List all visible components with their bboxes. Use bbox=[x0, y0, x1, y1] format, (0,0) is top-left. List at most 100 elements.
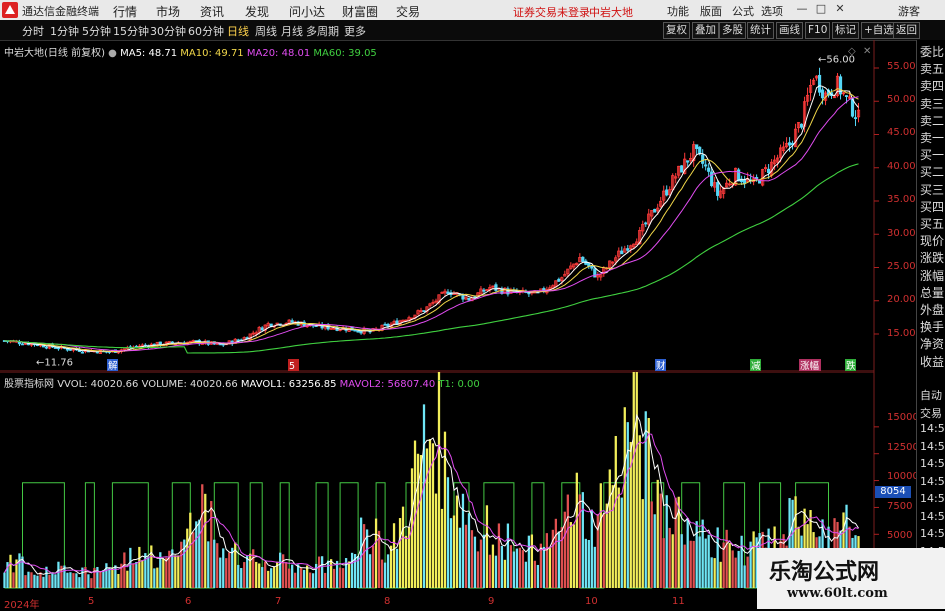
price-tick: 20.00 bbox=[887, 294, 916, 305]
volume-bar bbox=[653, 514, 656, 588]
volume-bar bbox=[512, 551, 516, 588]
price-tick: 25.00 bbox=[887, 261, 916, 272]
period-5min[interactable]: 5分钟 bbox=[82, 23, 111, 39]
candle-body bbox=[620, 250, 624, 255]
side-field-label: 卖五 bbox=[920, 62, 945, 77]
menu-gongshi[interactable]: 公式 bbox=[732, 3, 754, 19]
volume-bar bbox=[282, 554, 285, 588]
volume-bar bbox=[341, 568, 345, 588]
volume-bar bbox=[506, 523, 510, 588]
tick-time: 14:5 bbox=[920, 422, 945, 435]
volume-bar bbox=[548, 546, 552, 588]
candle-body bbox=[590, 265, 594, 269]
btn-fuquan[interactable]: 复权 bbox=[663, 22, 690, 39]
volume-bar bbox=[69, 572, 72, 588]
menu-caifuquan[interactable]: 财富圈 bbox=[342, 3, 378, 20]
period-weekly[interactable]: 周线 bbox=[255, 23, 277, 39]
volume-bar bbox=[291, 564, 294, 588]
candle-body bbox=[844, 95, 849, 97]
tick-time: 14:5 bbox=[920, 527, 945, 540]
volume-bar bbox=[542, 546, 546, 588]
ma5-value: MA5: 48.71 bbox=[120, 48, 178, 59]
volume-bar bbox=[728, 542, 731, 588]
volume-bar bbox=[428, 439, 432, 588]
volume-bar bbox=[177, 555, 180, 588]
volume-bar bbox=[716, 527, 719, 588]
candle-body bbox=[236, 339, 240, 342]
volume-bar bbox=[737, 550, 740, 588]
menu-shichang[interactable]: 市场 bbox=[156, 3, 180, 20]
candle-body bbox=[686, 160, 690, 163]
settings-dot-icon[interactable]: ● bbox=[108, 48, 117, 59]
app-title: 通达信金融终端 bbox=[22, 5, 99, 18]
volume-bar bbox=[659, 493, 662, 588]
volume-bar bbox=[165, 557, 168, 588]
btn-tongji[interactable]: 统计 bbox=[747, 22, 774, 39]
menu-hangqing[interactable]: 行情 bbox=[113, 3, 137, 20]
volume-bar bbox=[374, 518, 378, 588]
kline-chart[interactable]: ←56.00←11.76 解 5 财减涨幅跌 bbox=[0, 40, 916, 372]
period-monthly[interactable]: 月线 bbox=[281, 23, 303, 39]
period-60min[interactable]: 60分钟 bbox=[188, 23, 224, 39]
volume-bar bbox=[500, 545, 504, 588]
period-fenshi[interactable]: 分时 bbox=[22, 23, 44, 39]
volume-bar bbox=[650, 501, 653, 588]
candle-body bbox=[68, 348, 73, 351]
volume-bar bbox=[452, 515, 456, 588]
btn-add-watchlist[interactable]: +自选 bbox=[861, 22, 897, 39]
period-1min[interactable]: 1分钟 bbox=[50, 23, 79, 39]
quote-side-panel: 委比 卖五 卖四 卖三 卖二 卖一 买一 买二 买三 买四 买五 现价 涨跌 涨幅 总量 外盘 换手 净资 收益 自动… bbox=[916, 40, 945, 609]
period-30min[interactable]: 30分钟 bbox=[150, 23, 186, 39]
side-field-label: 换手 bbox=[920, 320, 945, 335]
volume-bar bbox=[300, 567, 303, 588]
btn-biaoji[interactable]: 标记 bbox=[832, 22, 859, 39]
volume-bar bbox=[518, 547, 522, 588]
volume-bar bbox=[195, 521, 198, 588]
indicator-name[interactable]: 股票指标网 bbox=[4, 379, 54, 390]
btn-huaxian[interactable]: 画线 bbox=[776, 22, 803, 39]
period-multi[interactable]: 多周期 bbox=[306, 23, 339, 39]
btn-back[interactable]: 返回 bbox=[893, 22, 920, 39]
volume-bar bbox=[746, 556, 749, 588]
candle-body bbox=[707, 167, 711, 172]
volume-bar bbox=[449, 518, 453, 588]
volume-bar bbox=[99, 571, 102, 588]
volume-bar bbox=[207, 541, 210, 588]
diamond-icon[interactable]: ◇ bbox=[848, 46, 858, 57]
btn-duogu[interactable]: 多股 bbox=[719, 22, 746, 39]
volume-bar bbox=[575, 472, 578, 588]
volume-bar bbox=[51, 572, 54, 588]
candle-body bbox=[422, 310, 426, 313]
login-status[interactable]: 证券交易未登录 bbox=[513, 4, 590, 20]
btn-f10[interactable]: F10 bbox=[805, 22, 831, 39]
menu-zixun[interactable]: 资讯 bbox=[200, 3, 224, 20]
menu-banmian[interactable]: 版面 bbox=[700, 3, 722, 19]
menu-wenxiaoda[interactable]: 问小达 bbox=[289, 3, 325, 20]
ma60-line bbox=[4, 163, 859, 354]
volume-bar bbox=[692, 540, 695, 588]
guest-label[interactable]: 游客 bbox=[898, 3, 920, 19]
volume-bar bbox=[297, 564, 300, 588]
maximize-button[interactable]: □ bbox=[813, 2, 829, 17]
close-chart-icon[interactable]: ✕ bbox=[863, 46, 873, 57]
volume-bar bbox=[261, 567, 264, 588]
menu-faxian[interactable]: 发现 bbox=[245, 3, 269, 20]
period-more[interactable]: 更多 bbox=[344, 23, 366, 39]
minimize-button[interactable]: — bbox=[794, 2, 810, 17]
menu-xuanxiang[interactable]: 选项 bbox=[761, 3, 783, 19]
btn-diejia[interactable]: 叠加 bbox=[692, 22, 719, 39]
side-field-label: 买一 bbox=[920, 148, 945, 163]
side-field-label: 现价 bbox=[920, 234, 945, 249]
volume-bar bbox=[740, 535, 743, 588]
volume-bar bbox=[569, 522, 572, 588]
volume-bar bbox=[617, 487, 620, 588]
volume-bar bbox=[641, 499, 644, 588]
volume-bar bbox=[129, 547, 132, 588]
period-daily[interactable]: 日线 bbox=[227, 23, 249, 39]
menu-gongneng[interactable]: 功能 bbox=[667, 3, 689, 19]
close-button[interactable]: ✕ bbox=[832, 2, 848, 17]
volume-bar bbox=[602, 513, 605, 588]
menu-jiaoyi[interactable]: 交易 bbox=[396, 3, 420, 20]
volume-bar bbox=[72, 573, 75, 588]
period-15min[interactable]: 15分钟 bbox=[113, 23, 149, 39]
